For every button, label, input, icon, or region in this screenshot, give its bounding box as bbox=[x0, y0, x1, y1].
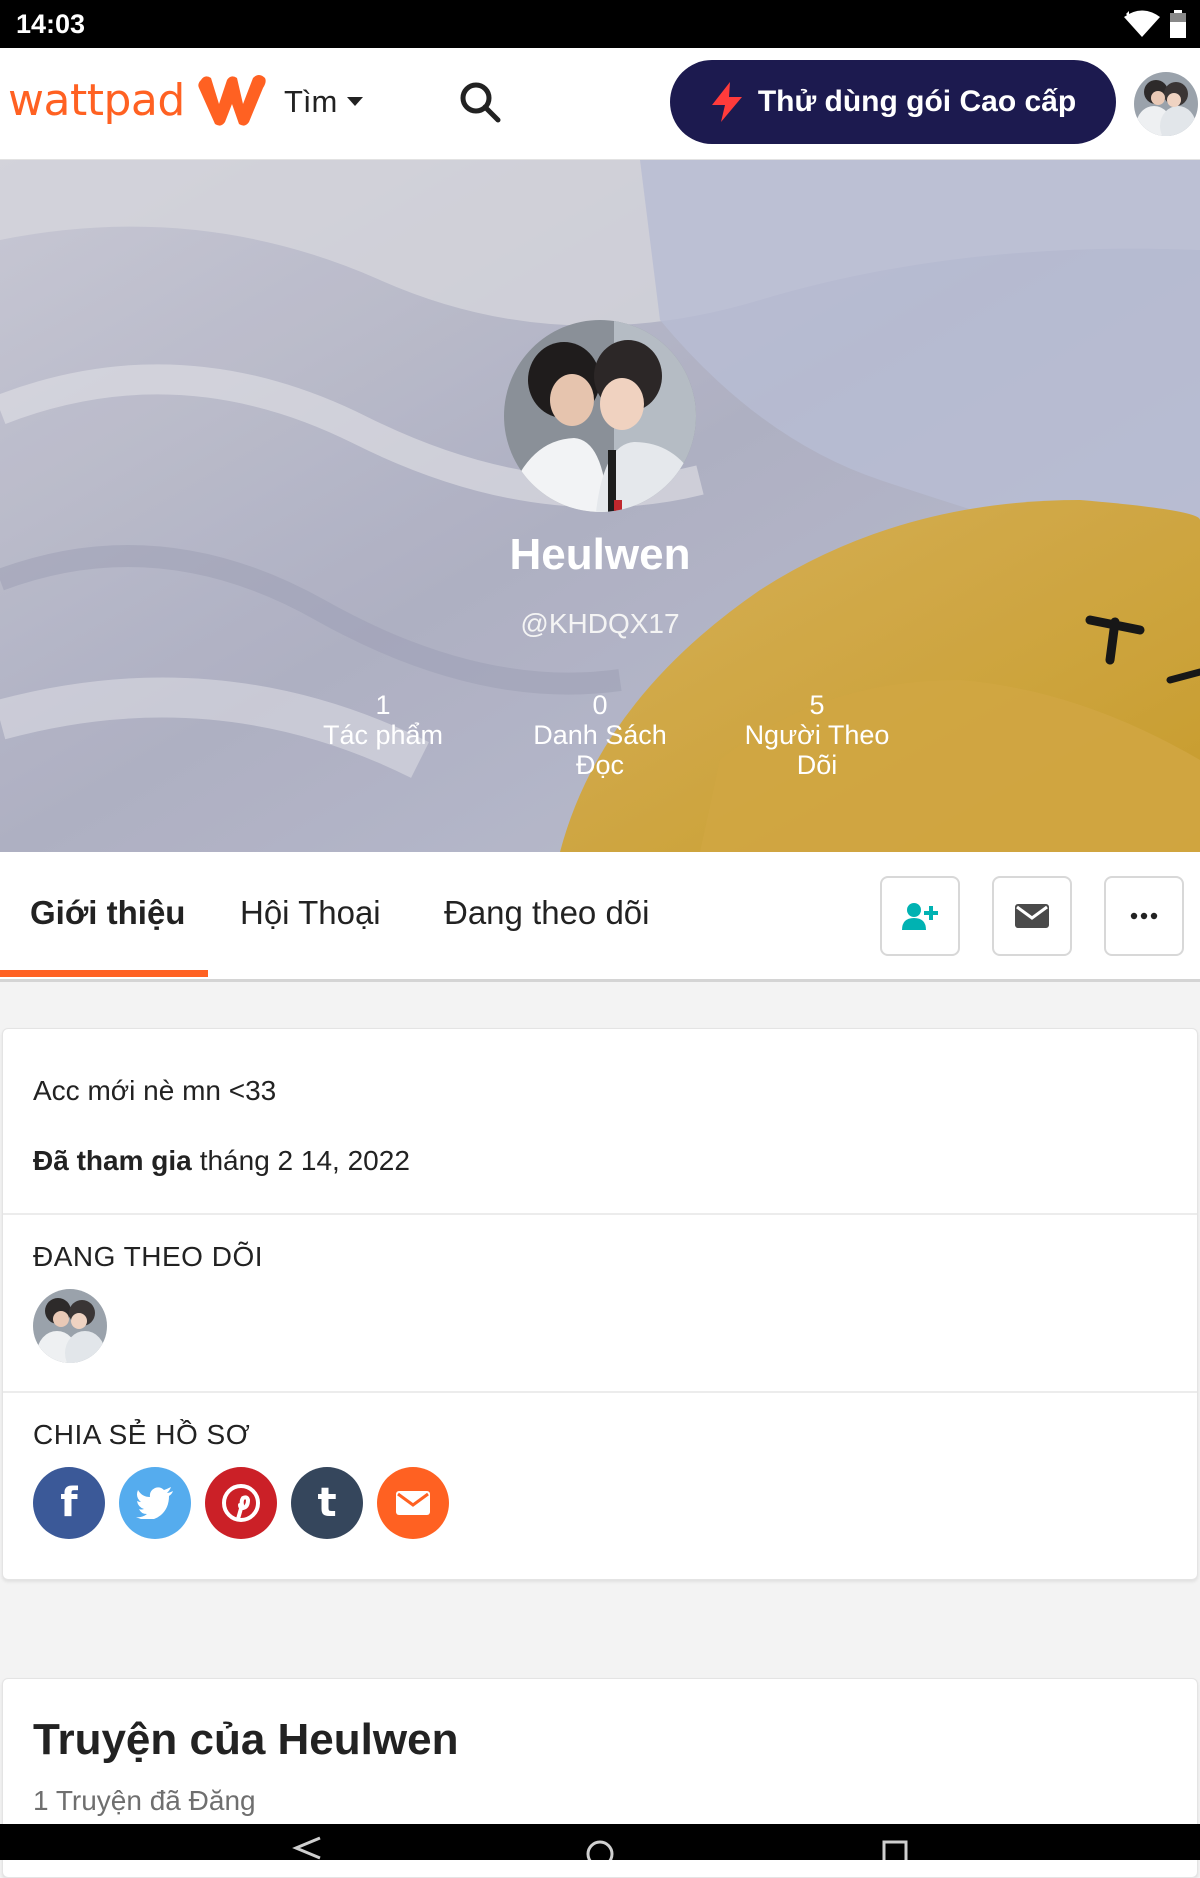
joined-info: Đã tham gia tháng 2 14, 2022 bbox=[33, 1145, 410, 1177]
stat-works[interactable]: 1 Tác phẩm bbox=[283, 690, 483, 750]
premium-button-label: Thử dùng gói Cao cấp bbox=[757, 85, 1077, 118]
search-icon[interactable] bbox=[458, 80, 502, 124]
top-nav: wattpad Tìm Thử dùng gói Cao cấp bbox=[0, 48, 1200, 160]
browse-dropdown-label: Tìm bbox=[284, 84, 338, 119]
stat-works-value: 1 bbox=[375, 690, 391, 720]
twitter-icon bbox=[136, 1487, 173, 1519]
caret-down-icon bbox=[347, 97, 364, 106]
share-buttons: f t bbox=[33, 1467, 449, 1539]
profile-bio: Acc mới nè mn <33 bbox=[33, 1075, 277, 1106]
tumblr-share-button[interactable]: t bbox=[291, 1467, 363, 1539]
share-heading: CHIA SẺ HỒ SƠ bbox=[33, 1419, 251, 1450]
user-avatar[interactable] bbox=[1134, 72, 1198, 136]
following-heading: ĐANG THEO DÕI bbox=[33, 1241, 264, 1272]
joined-label: Đã tham gia bbox=[33, 1145, 192, 1176]
facebook-share-button[interactable]: f bbox=[33, 1467, 105, 1539]
browse-dropdown[interactable]: Tìm bbox=[284, 84, 364, 120]
twitter-share-button[interactable] bbox=[119, 1467, 191, 1539]
battery-icon bbox=[1170, 10, 1186, 38]
wattpad-w-icon bbox=[198, 75, 266, 126]
wifi-icon bbox=[1124, 10, 1160, 37]
profile-avatar bbox=[504, 320, 696, 512]
stat-followers[interactable]: 5 Người Theo Dõi bbox=[717, 690, 917, 780]
about-card: Acc mới nè mn <33 Đã tham gia tháng 2 14,… bbox=[2, 1028, 1198, 1580]
tumblr-icon: t bbox=[317, 1480, 337, 1526]
following-user-avatar[interactable] bbox=[33, 1289, 107, 1363]
tab-following[interactable]: Đang theo dõi bbox=[444, 894, 650, 932]
stat-reading-lists-label: Danh Sách Đọc bbox=[533, 720, 667, 780]
logo-text: wattpad bbox=[8, 74, 185, 126]
premium-button[interactable]: Thử dùng gói Cao cấp bbox=[670, 60, 1116, 144]
profile-tabs: Giới thiệu Hội Thoại Đang theo dõi bbox=[0, 852, 1200, 982]
stat-works-label: Tác phẩm bbox=[322, 720, 444, 750]
tab-about[interactable]: Giới thiệu bbox=[30, 894, 185, 932]
active-tab-indicator bbox=[0, 970, 208, 977]
pinterest-share-button[interactable] bbox=[205, 1467, 277, 1539]
back-icon[interactable] bbox=[290, 1836, 324, 1860]
stories-title: Truyện của Heulwen bbox=[33, 1715, 459, 1764]
divider bbox=[3, 1213, 1197, 1215]
system-nav-bar bbox=[0, 1824, 1200, 1860]
profile-banner: Heulwen @KHDQX17 1 Tác phẩm 0 Danh Sách … bbox=[0, 160, 1200, 852]
profile-handle: @KHDQX17 bbox=[520, 608, 680, 639]
mail-icon bbox=[1015, 904, 1049, 928]
more-icon bbox=[1130, 912, 1158, 920]
email-share-button[interactable] bbox=[377, 1467, 449, 1539]
more-button[interactable] bbox=[1104, 876, 1184, 956]
lightning-icon bbox=[711, 82, 742, 122]
divider bbox=[3, 1391, 1197, 1393]
stat-reading-lists-value: 0 bbox=[592, 690, 608, 720]
stat-followers-label: Người Theo Dõi bbox=[744, 720, 890, 780]
tab-conversations[interactable]: Hội Thoại bbox=[240, 894, 381, 932]
status-time: 14:03 bbox=[16, 9, 86, 39]
profile-display-name: Heulwen bbox=[509, 530, 691, 579]
status-icons bbox=[1122, 8, 1186, 40]
follow-button[interactable] bbox=[880, 876, 960, 956]
add-user-icon bbox=[902, 903, 938, 930]
stat-reading-lists[interactable]: 0 Danh Sách Đọc bbox=[500, 690, 700, 780]
recents-icon[interactable] bbox=[880, 1838, 910, 1860]
joined-date: tháng 2 14, 2022 bbox=[199, 1145, 410, 1176]
message-button[interactable] bbox=[992, 876, 1072, 956]
stories-count: 1 Truyện đã Đăng bbox=[33, 1785, 256, 1816]
home-icon[interactable] bbox=[582, 1836, 618, 1860]
email-icon bbox=[396, 1491, 430, 1515]
pinterest-icon bbox=[222, 1484, 260, 1522]
facebook-icon: f bbox=[60, 1480, 78, 1526]
status-bar: 14:03 bbox=[0, 0, 1200, 48]
stat-followers-value: 5 bbox=[809, 690, 825, 720]
wattpad-logo[interactable]: wattpad bbox=[8, 70, 271, 130]
